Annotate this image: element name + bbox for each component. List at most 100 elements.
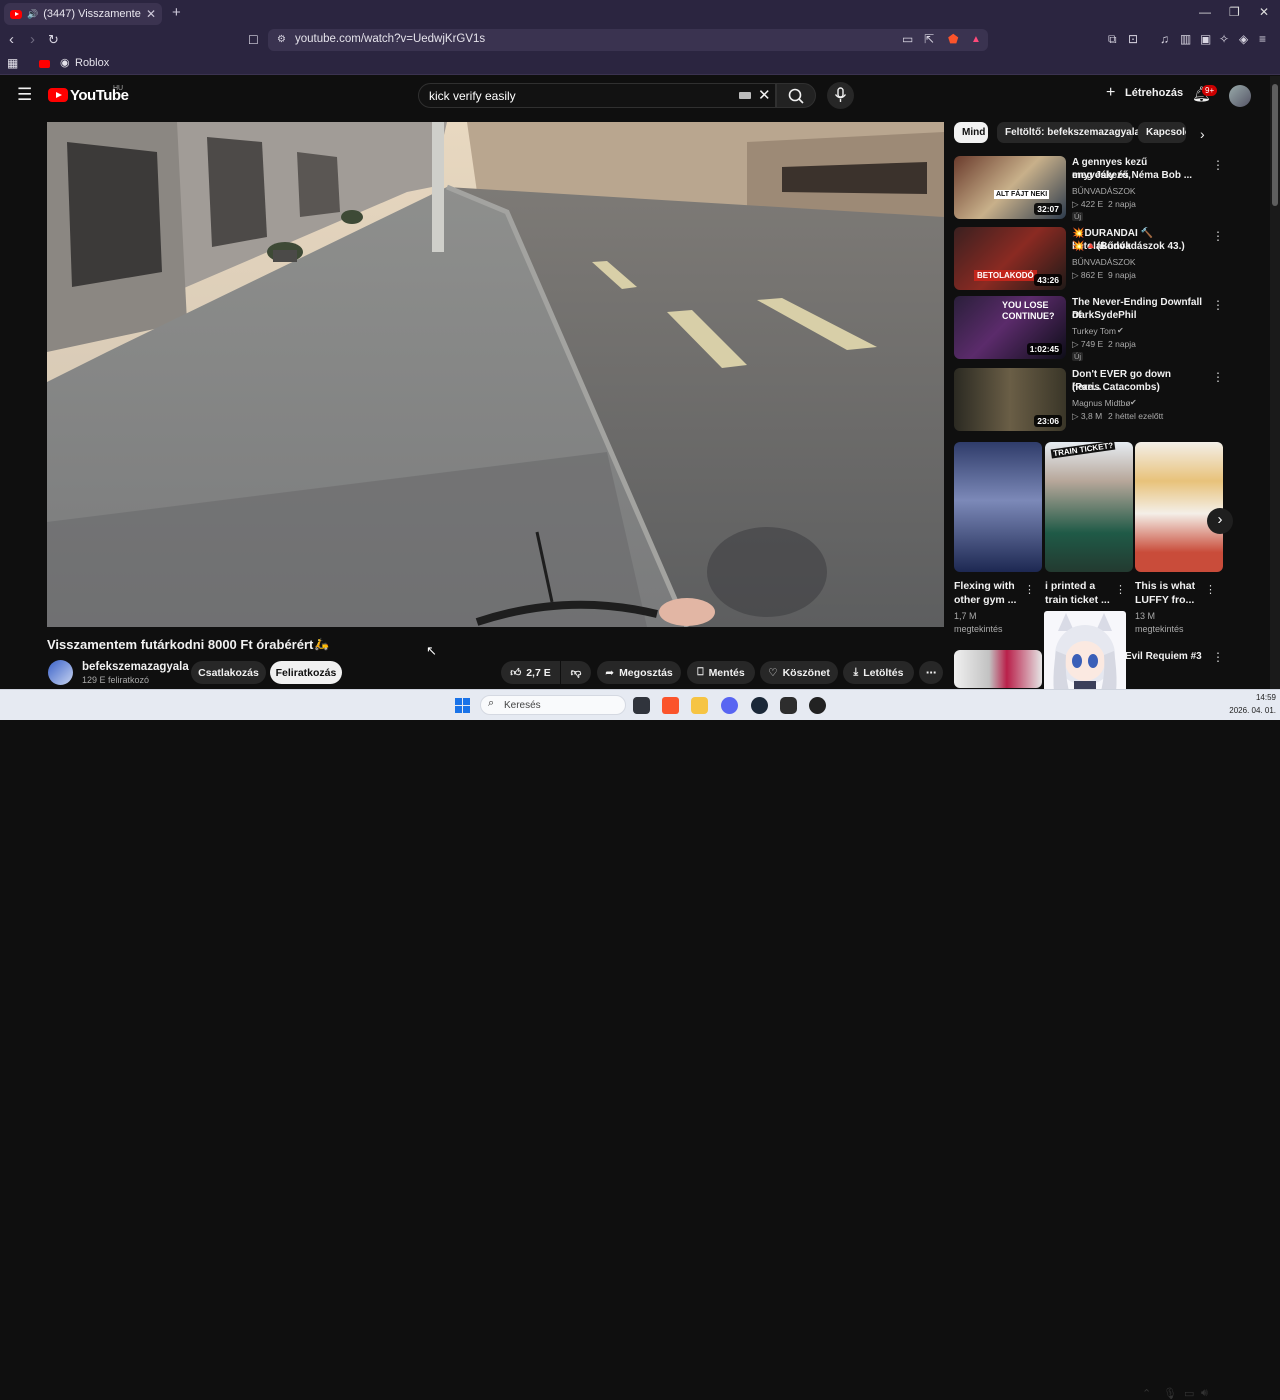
voice-search-button[interactable] <box>827 82 854 109</box>
apps-grid-icon[interactable]: ▦ <box>7 56 18 70</box>
recommendation-thumbnail[interactable]: 23:06 <box>954 368 1066 431</box>
reload-icon[interactable]: ↻ <box>48 32 59 48</box>
recommendation-channel[interactable]: Magnus Midtbø <box>1072 398 1131 408</box>
join-button[interactable]: Csatlakozás <box>191 661 266 684</box>
tab-close-button[interactable]: ✕ <box>146 7 156 21</box>
recommendation-thumbnail[interactable]: BETOLAKODÓ 43:26 <box>954 227 1066 290</box>
chips-next-arrow-icon[interactable]: › <box>1200 126 1205 142</box>
clock-date[interactable]: 2026. 04. 01. <box>1222 706 1276 715</box>
minimize-button[interactable]: — <box>1199 5 1211 19</box>
search-button[interactable] <box>776 83 816 108</box>
recommendation-item[interactable]: BETOLAKODÓ 43:26 💥DURANDAI 🔨 betolakodók… <box>954 227 1254 291</box>
discord-icon[interactable] <box>721 697 738 714</box>
windows-start-icon[interactable] <box>455 698 470 713</box>
forward-icon[interactable]: › <box>30 31 35 48</box>
keyboard-icon[interactable] <box>739 92 751 99</box>
recommendation-thumbnail[interactable]: YOU LOSE CONTINUE? 1:02:45 <box>954 296 1066 359</box>
speaker-icon[interactable]: 🔊 <box>27 9 38 20</box>
tray-overflow-icon[interactable]: ⌃ <box>1142 1387 1151 1400</box>
short-thumbnail[interactable] <box>954 442 1042 572</box>
subscribe-button[interactable]: Feliratkozás <box>270 661 342 684</box>
steam-icon[interactable] <box>751 697 768 714</box>
back-icon[interactable]: ‹ <box>9 31 14 48</box>
app-icon-red-dot[interactable] <box>809 697 826 714</box>
restore-button[interactable]: ❐ <box>1229 5 1240 19</box>
media-icon[interactable]: ♫ <box>1160 32 1169 46</box>
short-more-icon[interactable]: ⋮ <box>1205 583 1216 596</box>
share-icon[interactable]: ⇱ <box>924 32 934 46</box>
recommendation-item[interactable]: ALT FÁJT NEKI 32:07 A gennyes kezű enyve… <box>954 156 1254 221</box>
create-button[interactable]: Létrehozás <box>1125 87 1183 99</box>
leo-ai-icon[interactable]: ✧ <box>1219 32 1229 46</box>
recommendation-item[interactable]: 23:06 Don't EVER go down here... (Paris … <box>954 368 1254 432</box>
browser-tab-active[interactable]: 🔊 (3447) Visszamentem futárkc ✕ <box>4 3 162 25</box>
brave-rewards-icon[interactable]: ▲ <box>971 34 981 45</box>
short-title-line1[interactable]: This is what <box>1135 579 1205 593</box>
short-title-line1[interactable]: i printed a <box>1045 579 1115 593</box>
taskbar-search-box[interactable] <box>480 695 626 715</box>
app-icon[interactable] <box>780 697 797 714</box>
url-text[interactable]: youtube.com/watch?v=UedwjKrGV1s <box>295 33 485 45</box>
short-title-line2[interactable]: other gym ... <box>954 593 1024 607</box>
chip-all[interactable]: Mind <box>954 122 988 143</box>
recommendation-channel[interactable]: BŰNVADÁSZOK <box>1072 257 1136 267</box>
recommendation-thumbnail[interactable]: ALT FÁJT NEKI 32:07 <box>954 156 1066 219</box>
microphone-tray-icon[interactable]: 🎙︎ <box>1163 1387 1177 1400</box>
search-query[interactable]: kick verify easily <box>429 89 516 103</box>
thanks-button[interactable]: ♡ Köszönet <box>760 661 838 684</box>
short-thumbnail[interactable] <box>1135 442 1223 572</box>
more-options-icon[interactable]: ⋮ <box>1212 650 1224 664</box>
sidebar-icon[interactable]: ▥ <box>1180 32 1191 46</box>
recommendation-item[interactable]: YOU LOSE CONTINUE? 1:02:45 The Never-End… <box>954 296 1254 361</box>
cast-icon[interactable]: ▭ <box>902 32 913 46</box>
wallet-icon[interactable]: ▣ <box>1200 32 1211 46</box>
more-options-icon[interactable]: ⋮ <box>1212 298 1224 312</box>
dislike-button[interactable]: 👎︎ <box>561 661 591 684</box>
extensions-icon[interactable]: ⧉ <box>1108 32 1117 47</box>
file-explorer-icon[interactable] <box>691 697 708 714</box>
more-options-icon[interactable]: ⋮ <box>1212 370 1224 384</box>
chip-uploader[interactable]: Feltöltő: befekszemazagyala <box>997 122 1140 143</box>
vpn-icon[interactable]: ◈ <box>1239 32 1248 46</box>
download-button[interactable]: ⤓ Letöltés <box>843 661 914 684</box>
save-button[interactable]: ⎕ Mentés <box>687 661 755 684</box>
youtube-bookmark-icon[interactable] <box>39 60 50 68</box>
chip-related[interactable]: Kapcsoló <box>1138 122 1186 143</box>
short-title-line2[interactable]: LUFFY fro... <box>1135 593 1205 607</box>
channel-name[interactable]: befekszemazagyala <box>82 661 189 673</box>
video-player[interactable] <box>47 122 944 627</box>
more-options-icon[interactable]: ⋮ <box>1212 158 1224 172</box>
site-settings-icon[interactable]: ⚙ <box>277 34 286 45</box>
youtube-logo-icon[interactable] <box>48 88 68 102</box>
brave-taskbar-icon[interactable] <box>662 697 679 714</box>
bookmark-roblox[interactable]: Roblox <box>75 57 109 69</box>
channel-avatar[interactable] <box>48 660 73 685</box>
screenshot-icon[interactable]: ⊡ <box>1128 32 1138 46</box>
scrollbar-thumb[interactable] <box>1272 84 1278 206</box>
create-plus-icon[interactable]: + <box>1106 84 1115 102</box>
recommendation-channel[interactable]: Turkey Tom <box>1072 326 1116 336</box>
short-thumbnail[interactable]: TRAIN TICKET? <box>1045 442 1133 572</box>
new-tab-button[interactable]: + <box>172 4 181 21</box>
recommendation-channel[interactable]: BŰNVADÁSZOK <box>1072 186 1136 196</box>
brave-shield-icon[interactable]: ⬟ <box>948 32 958 46</box>
short-title-line1[interactable]: Flexing with <box>954 579 1024 593</box>
clear-search-icon[interactable]: ✕ <box>758 86 771 104</box>
volume-icon[interactable]: 🔊︎ <box>1201 1387 1208 1400</box>
clock-time[interactable]: 14:59 <box>1248 693 1276 702</box>
page-scrollbar[interactable] <box>1270 76 1280 689</box>
account-avatar[interactable] <box>1229 85 1251 107</box>
recommendation-title[interactable]: Evil Requiem #3 <box>1125 651 1202 662</box>
more-options-icon[interactable]: ⋮ <box>1212 229 1224 243</box>
short-more-icon[interactable]: ⋮ <box>1115 583 1126 596</box>
more-actions-button[interactable]: ⋯ <box>919 661 943 684</box>
like-button[interactable]: 👍︎ 2,7 E <box>501 661 560 684</box>
bookmark-icon[interactable]: ☐ <box>248 33 259 47</box>
menu-icon[interactable]: ≡ <box>1259 32 1266 46</box>
recommendation-thumbnail[interactable] <box>954 650 1042 688</box>
network-icon[interactable]: ▭ <box>1184 1387 1194 1400</box>
task-view-icon[interactable] <box>633 697 650 714</box>
short-title-line2[interactable]: train ticket ... <box>1045 593 1115 607</box>
hamburger-menu-icon[interactable]: ☰ <box>17 85 32 105</box>
share-button[interactable]: ➦ Megosztás <box>597 661 681 684</box>
